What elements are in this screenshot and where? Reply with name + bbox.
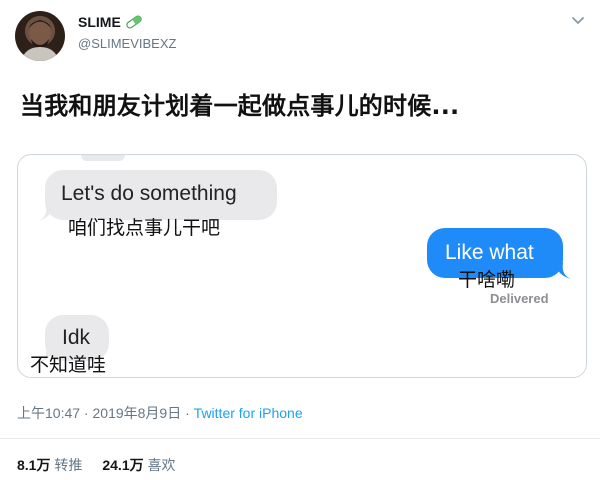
bubble-tail-icon <box>555 263 571 279</box>
message-translation: 咱们找点事儿干吧 <box>68 217 221 239</box>
tweet-card: SLIME @SLIMEVIBEXZ 当我和朋友计划着一起做点事儿的时候... … <box>0 0 600 480</box>
retweets-count: 8.1万 <box>17 457 51 473</box>
retweets-stat[interactable]: 8.1万 转推 <box>17 455 82 475</box>
tweet-source-link[interactable]: Twitter for iPhone <box>194 405 303 421</box>
user-handle[interactable]: @SLIMEVIBEXZ <box>78 36 176 51</box>
avatar[interactable] <box>15 11 65 61</box>
meta-separator: · <box>181 405 194 421</box>
message-text: Like what <box>445 241 534 264</box>
retweets-label: 转推 <box>54 457 83 473</box>
bubble-tail-icon <box>38 205 54 221</box>
message-translation: 干啥嘞 <box>458 269 516 291</box>
likes-count: 24.1万 <box>102 457 144 473</box>
delivered-status: Delivered <box>490 291 549 306</box>
avatar-photo <box>21 20 59 61</box>
tweet-date[interactable]: 2019年8月9日 <box>93 405 182 421</box>
tweet-text: 当我和朋友计划着一起做点事儿的时候... <box>20 92 460 120</box>
pill-emoji-icon <box>126 15 142 29</box>
likes-label: 喜欢 <box>147 457 176 473</box>
divider <box>0 438 600 439</box>
tweet-stats: 8.1万 转推 24.1万 喜欢 <box>17 455 176 475</box>
meta-separator: · <box>80 405 93 421</box>
display-name[interactable]: SLIME <box>78 14 121 30</box>
bubble-stub <box>81 155 125 161</box>
message-text: Idk <box>62 326 91 349</box>
message-text: Let's do something <box>61 182 237 205</box>
tweet-media-image[interactable]: Let's do something 咱们找点事儿干吧 Like what 干啥… <box>17 154 587 378</box>
tweet-time[interactable]: 上午10:47 <box>17 405 80 421</box>
chevron-down-icon[interactable] <box>570 12 586 28</box>
message-translation: 不知道哇 <box>30 354 107 376</box>
likes-stat[interactable]: 24.1万 喜欢 <box>102 455 175 475</box>
tweet-timestamp: 上午10:47 · 2019年8月9日 · Twitter for iPhone <box>17 403 303 423</box>
user-name-line[interactable]: SLIME <box>78 14 143 30</box>
